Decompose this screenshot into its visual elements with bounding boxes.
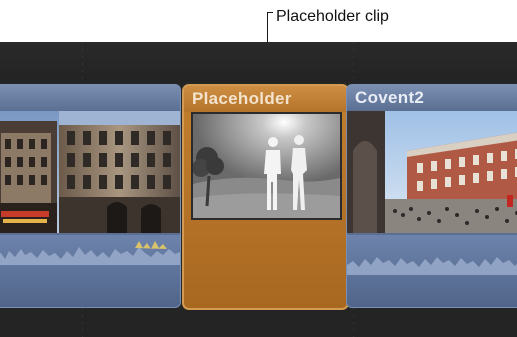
clip-audio-waveform [347, 235, 517, 307]
clip-video-thumbnails [347, 111, 517, 233]
clip-title-bar: Covent2 [347, 85, 517, 111]
timeline-top-band [0, 42, 517, 82]
clip-title-bar [0, 85, 180, 111]
clip-title-bar: Placeholder [184, 86, 347, 112]
clip-audio-waveform [0, 235, 180, 307]
placeholder-people-image [193, 114, 340, 218]
street-buildings-thumbnail [0, 111, 180, 233]
clip-title: Covent2 [355, 88, 425, 107]
placeholder-clip[interactable]: Placeholder [182, 84, 349, 310]
timeline-clip-covent2[interactable]: Covent2 [346, 84, 517, 308]
placeholder-thumbnail [191, 112, 342, 220]
clip-title: Placeholder [192, 89, 292, 108]
covent-garden-thumbnail [347, 111, 517, 233]
timeline-clip-left[interactable] [0, 84, 181, 308]
audio-waveform [0, 241, 180, 265]
clip-video-thumbnails [0, 111, 180, 233]
callout-label: Placeholder clip [276, 8, 389, 25]
audio-waveform [347, 257, 517, 275]
